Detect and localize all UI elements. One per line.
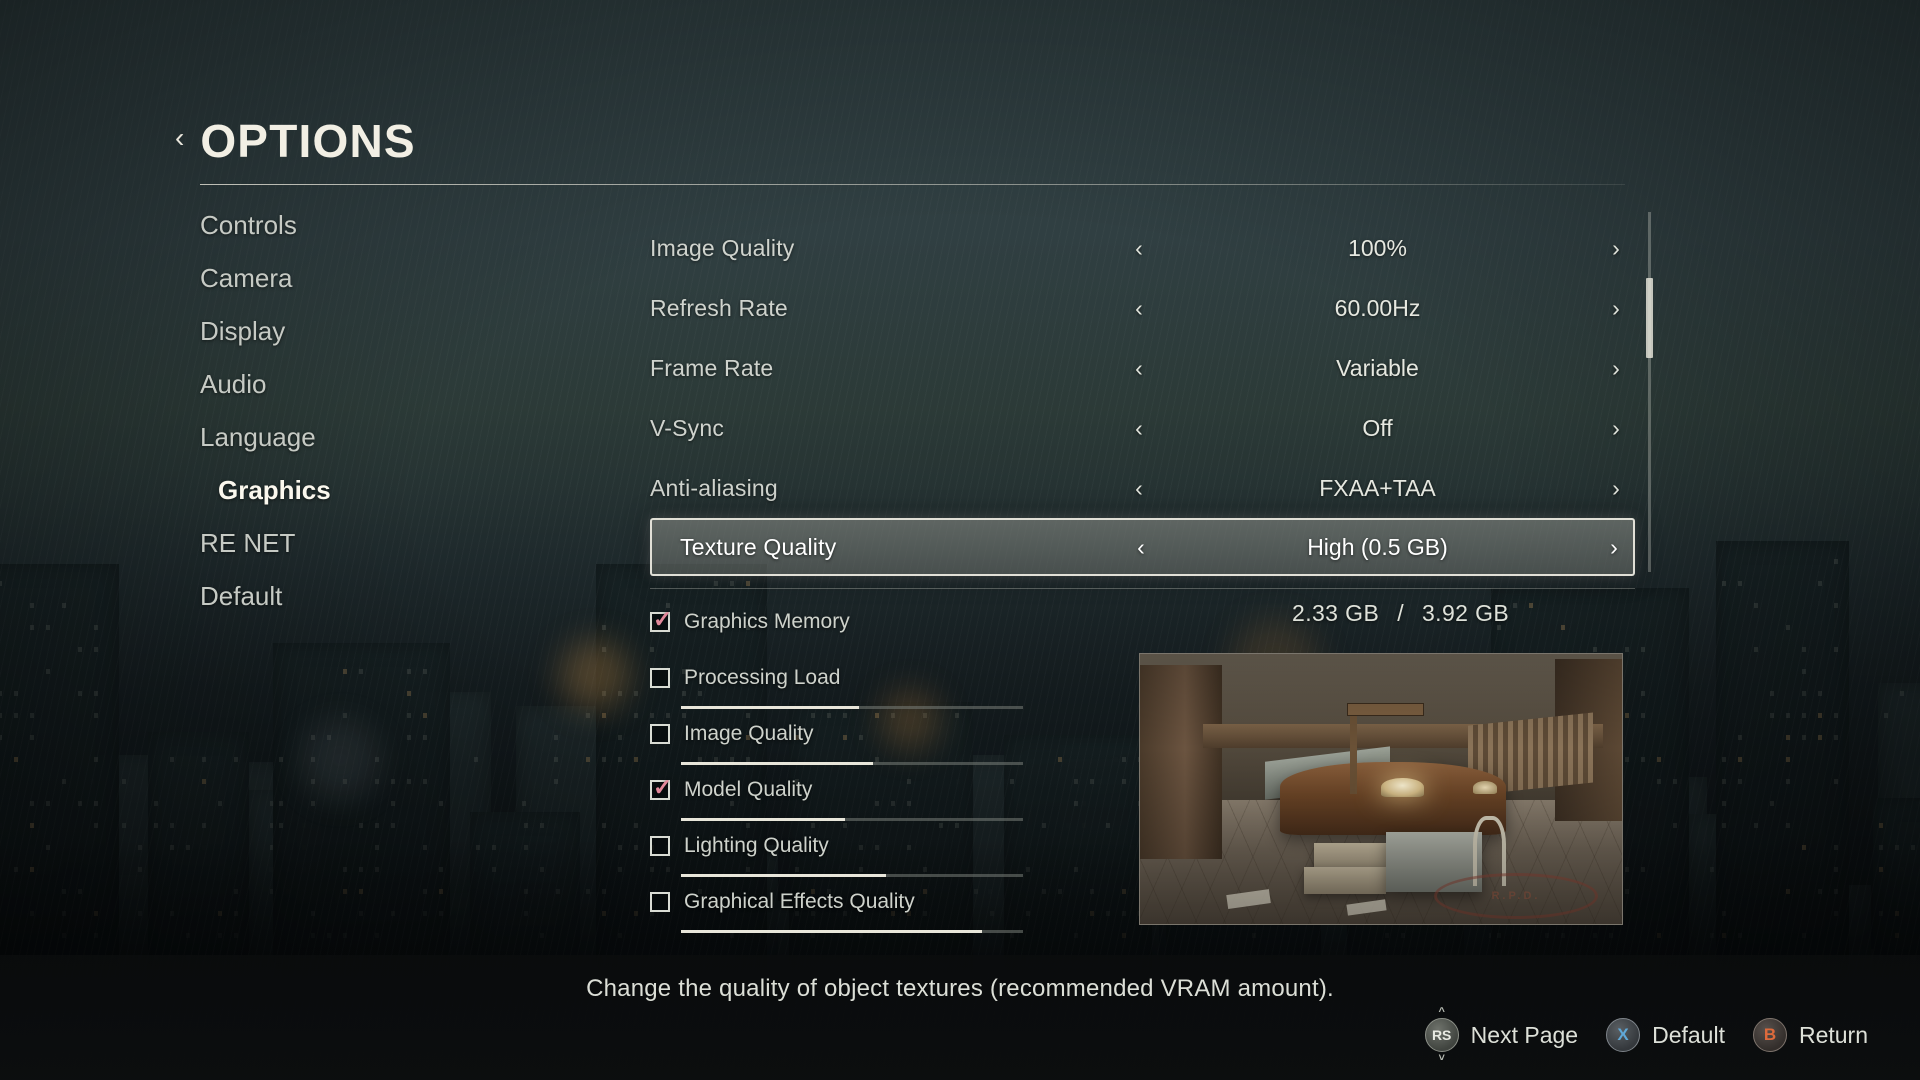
meter-label: Graphics Memory [684,610,850,634]
increase-arrow-icon[interactable]: › [1597,235,1635,262]
sidebar-item-camera[interactable]: Camera [200,265,500,291]
resource-meter-list: Graphics Memory Processing Load Image Qu… [650,605,1070,941]
meter-bar [681,706,1023,709]
setting-label: Anti-aliasing [650,475,1120,502]
meter-graphics-memory[interactable]: Graphics Memory [650,605,1070,661]
right-stick-icon: ^ RS ˅ [1425,1018,1459,1052]
prompt-default[interactable]: X Default [1606,1018,1725,1052]
setting-label: Texture Quality [652,534,1122,561]
setting-label: Frame Rate [650,355,1120,382]
setting-row-texture-quality[interactable]: Texture Quality ‹ High (0.5 GB) › [650,518,1635,576]
increase-arrow-icon[interactable]: › [1595,534,1633,561]
increase-arrow-icon[interactable]: › [1597,295,1635,322]
sidebar-item-re-net[interactable]: RE NET [200,530,500,556]
button-prompts: ^ RS ˅ Next Page X Default B Return [1425,1018,1868,1052]
increase-arrow-icon[interactable]: › [1597,415,1635,442]
setting-value: 100% [1158,235,1597,262]
meter-label: Image Quality [684,722,814,746]
sidebar-item-audio[interactable]: Audio [200,371,500,397]
setting-row-anti-aliasing[interactable]: Anti-aliasing ‹ FXAA+TAA › [650,458,1635,518]
sidebar-menu: Controls Camera Display Audio Language G… [200,212,500,636]
scrollbar-thumb[interactable] [1646,278,1653,358]
decrease-arrow-icon[interactable]: ‹ [1122,534,1160,561]
chevron-left-icon[interactable]: ‹ [175,124,184,152]
setting-value: High (0.5 GB) [1160,534,1595,561]
page-header: ‹ OPTIONS [175,118,416,164]
meter-model-quality[interactable]: Model Quality [650,773,1070,829]
preview-shading [1140,654,1622,924]
setting-row-v-sync[interactable]: V-Sync ‹ Off › [650,398,1635,458]
page-title: OPTIONS [200,118,415,164]
meter-bar [681,762,1023,765]
checkbox-model-quality[interactable] [650,780,670,800]
setting-value: 60.00Hz [1158,295,1597,322]
meter-label: Processing Load [684,666,840,690]
preview-scene: R.P.D. [1140,654,1622,924]
memory-readout: 2.33 GB / 3.92 GB [1292,600,1509,627]
sidebar-item-default[interactable]: Default [200,583,500,609]
options-screen: ‹ OPTIONS Controls Camera Display Audio … [0,0,1920,1080]
meter-label: Graphical Effects Quality [684,890,915,914]
checkbox-lighting-quality[interactable] [650,836,670,856]
checkbox-processing-load[interactable] [650,668,670,688]
meter-bar [681,874,1023,877]
meter-label: Model Quality [684,778,812,802]
sidebar-item-language[interactable]: Language [200,424,500,450]
header-divider [200,184,1625,185]
setting-row-image-quality[interactable]: Image Quality ‹ 100% › [650,218,1635,278]
meter-processing-load[interactable]: Processing Load [650,661,1070,717]
increase-arrow-icon[interactable]: › [1597,355,1635,382]
prompt-label: Next Page [1471,1022,1578,1049]
memory-used: 2.33 GB [1292,600,1379,627]
meter-label: Lighting Quality [684,834,829,858]
meters-divider [650,588,1635,589]
b-button-icon: B [1753,1018,1787,1052]
setting-label: Refresh Rate [650,295,1120,322]
setting-row-refresh-rate[interactable]: Refresh Rate ‹ 60.00Hz › [650,278,1635,338]
setting-value: Off [1158,415,1597,442]
x-button-icon: X [1606,1018,1640,1052]
sidebar-item-graphics[interactable]: Graphics [200,477,500,503]
prompt-label: Default [1652,1022,1725,1049]
decrease-arrow-icon[interactable]: ‹ [1120,475,1158,502]
prompt-return[interactable]: B Return [1753,1018,1868,1052]
prompt-next-page[interactable]: ^ RS ˅ Next Page [1425,1018,1578,1052]
increase-arrow-icon[interactable]: › [1597,475,1635,502]
setting-description: Change the quality of object textures (r… [0,975,1920,1003]
memory-total: 3.92 GB [1422,600,1509,627]
sidebar-item-display[interactable]: Display [200,318,500,344]
decrease-arrow-icon[interactable]: ‹ [1120,355,1158,382]
meter-lighting-quality[interactable]: Lighting Quality [650,829,1070,885]
decrease-arrow-icon[interactable]: ‹ [1120,295,1158,322]
meter-bar [681,930,1023,933]
checkbox-graphical-effects-quality[interactable] [650,892,670,912]
stick-down-arrow-icon: ˅ [1438,1052,1444,1064]
settings-list: Image Quality ‹ 100% › Refresh Rate ‹ 60… [650,218,1635,576]
right-stick-label: RS [1432,1027,1451,1043]
graphics-preview-image: R.P.D. [1139,653,1623,925]
setting-value: FXAA+TAA [1158,475,1597,502]
prompt-label: Return [1799,1022,1868,1049]
sidebar-item-controls[interactable]: Controls [200,212,500,238]
checkbox-graphics-memory[interactable] [650,612,670,632]
setting-label: V-Sync [650,415,1120,442]
setting-value: Variable [1158,355,1597,382]
checkbox-image-quality[interactable] [650,724,670,744]
decrease-arrow-icon[interactable]: ‹ [1120,415,1158,442]
decrease-arrow-icon[interactable]: ‹ [1120,235,1158,262]
meter-bar [681,818,1023,821]
stick-up-arrow-icon: ^ [1438,1006,1444,1018]
memory-separator: / [1397,600,1404,627]
meter-graphical-effects-quality[interactable]: Graphical Effects Quality [650,885,1070,941]
meter-image-quality[interactable]: Image Quality [650,717,1070,773]
setting-label: Image Quality [650,235,1120,262]
setting-row-frame-rate[interactable]: Frame Rate ‹ Variable › [650,338,1635,398]
scrollbar-track[interactable] [1648,212,1651,572]
